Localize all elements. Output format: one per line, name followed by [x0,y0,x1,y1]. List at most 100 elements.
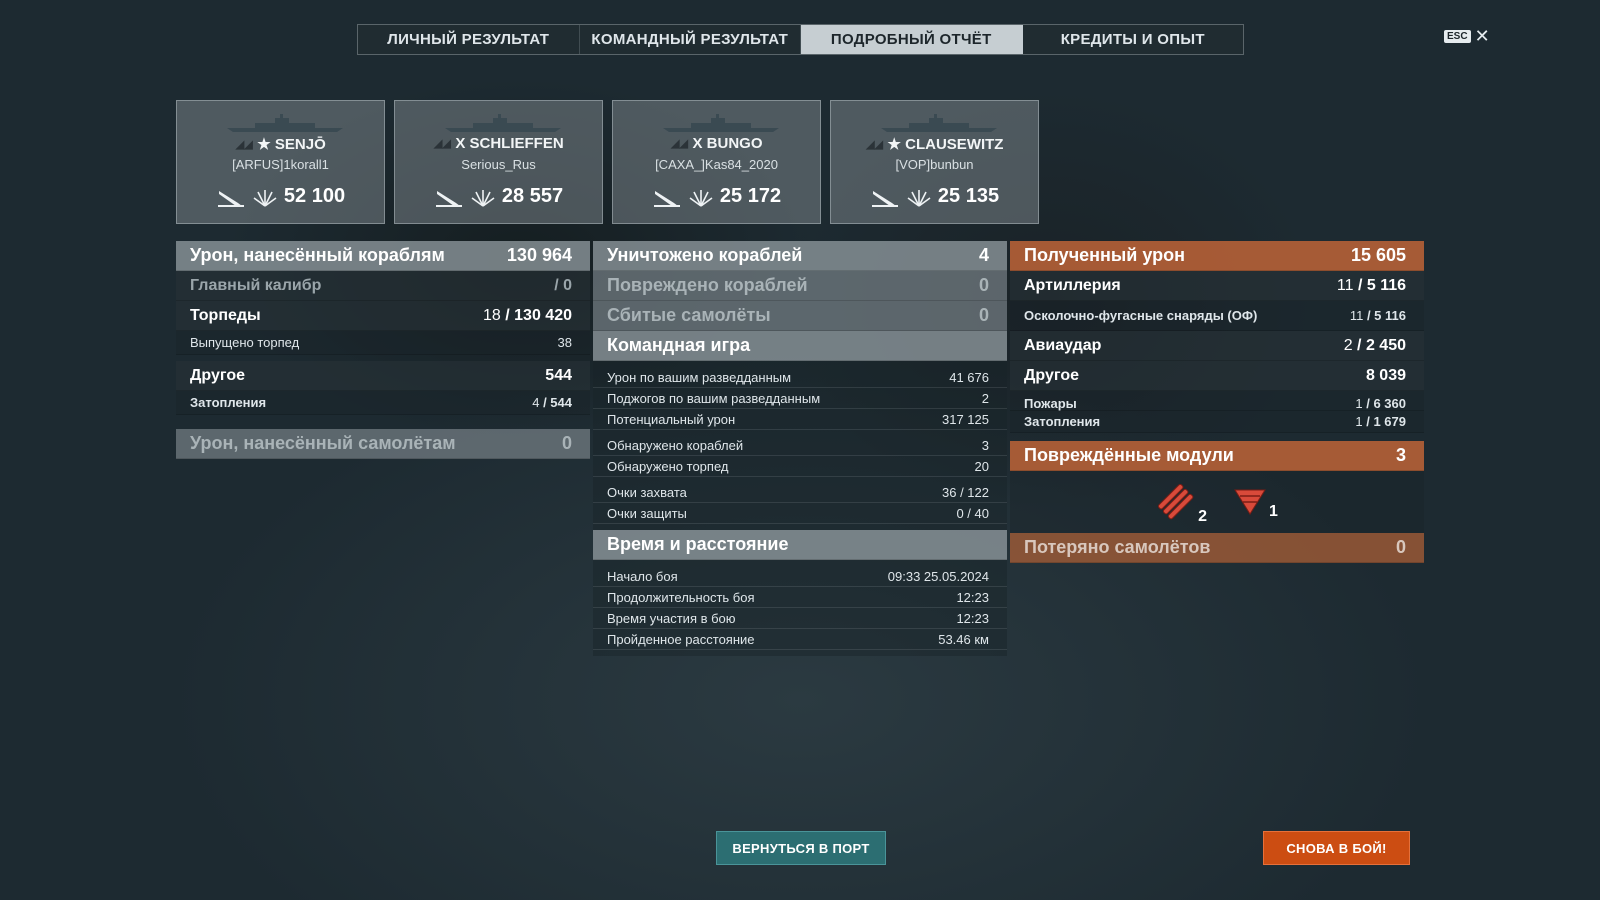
artillery-row: Артиллерия 11 / 5 116 [1010,271,1424,301]
player-name: [VOP]bunbun [895,157,974,172]
ship-class-icon: ◢◢ [433,138,451,150]
torpedoes-row: Торпеды 18 / 130 420 [176,301,590,331]
stat-value: 09:33 25.05.2024 [887,568,989,584]
stat-label: Обнаружено кораблей [607,437,744,453]
stat-row: Обнаружено торпед 20 [593,456,1007,477]
damage-planes-row: Урон, нанесённый самолётам 0 [176,429,590,459]
damage-burst-icon [253,189,277,207]
he-shells-row: Осколочно-фугасные снаряды (ОФ) 11 / 5 1… [1010,301,1424,331]
player-name: [ARFUS]1korall1 [232,157,329,172]
other-damage-row: Другое 544 [176,361,590,391]
ship-class-icon: ◢◢ [866,139,883,151]
stat-row: Время участия в бою 12:23 [593,608,1007,629]
combat-stats-panel: Уничтожено кораблей 4 Повреждено корабле… [593,241,1007,656]
ship-damage-value: 25 135 [937,185,1000,207]
module-steering-gear: 1 [1233,487,1278,520]
stat-value: 53.46 км [938,631,989,647]
ship-class-icon: ◢◢ [235,139,253,151]
other-received-row: Другое 8 039 [1010,361,1424,391]
torpedo-tubes-icon [1158,483,1194,520]
torpedo-damage-icon [653,190,680,207]
planes-lost-row: Потеряно самолётов 0 [1010,533,1424,563]
stat-value: 12:23 [956,610,989,626]
ships-damaged-row: Повреждено кораблей 0 [593,271,1007,301]
top-ship-card[interactable]: ◢◢ X SCHLIEFFEN Serious_Rus 28 557 [394,100,603,224]
stat-label: Пройденное расстояние [607,631,755,647]
stat-label: Урон по вашим разведданным [607,369,792,385]
tab-personal-result[interactable]: ЛИЧНЫЙ РЕЗУЛЬТАТ [358,25,580,54]
ship-name: X SCHLIEFFEN [455,135,564,152]
stat-value: 0 / 40 [956,505,989,521]
fires-row: Пожары 1 / 6 360 [1010,391,1424,411]
stat-label: Начало боя [607,568,678,584]
stat-row: Обнаружено кораблей 3 [593,435,1007,456]
stat-value: 2 [981,390,989,406]
main-battery-row: Главный калибр / 0 [176,271,590,301]
ship-silhouette-icon [227,114,343,132]
stat-row: Поджогов по вашим разведданным 2 [593,388,1007,409]
damage-received-panel: Полученный урон 15 605 Артиллерия 11 / 5… [1010,241,1424,563]
steering-gear-icon [1234,489,1266,515]
top-ship-card[interactable]: ◢◢ X BUNGO [CAXA_]Kas84_2020 25 172 [612,100,821,224]
stat-row: Потенциальный урон 317 125 [593,409,1007,430]
stat-label: Продолжительность боя [607,589,755,605]
damage-dealt-panel: Урон, нанесённый кораблям 130 964 Главны… [176,241,590,459]
torpedo-damage-icon [217,190,244,207]
stat-label: Обнаружено торпед [607,458,729,474]
time-distance-list: Начало боя 09:33 25.05.2024 Продолжительно… [593,560,1007,656]
damage-received-row: Полученный урон 15 605 [1010,241,1424,271]
stat-row: Пройденное расстояние 53.46 км [593,629,1007,650]
stat-row: Начало боя 09:33 25.05.2024 [593,566,1007,587]
flooding-received-row: Затопления 1 / 1 679 [1010,411,1424,433]
stat-value: 3 [981,437,989,453]
return-to-port-button[interactable]: ВЕРНУТЬСЯ В ПОРТ [716,831,886,865]
ship-name: X BUNGO [692,135,763,152]
stat-label: Время участия в бою [607,610,736,626]
top-ship-card[interactable]: ◢◢ ★ CLAUSEWITZ [VOP]bunbun 25 135 [830,100,1039,224]
tab-team-result[interactable]: КОМАНДНЫЙ РЕЗУЛЬТАТ [580,25,801,54]
stat-label: Поджогов по вашим разведданным [607,390,821,406]
torpedoes-fired-row: Выпущено торпед 38 [176,331,590,355]
ship-silhouette-icon [881,114,997,132]
player-name: [CAXA_]Kas84_2020 [655,157,778,172]
close-icon: ✕ [1474,26,1490,46]
stat-row: Продолжительность боя 12:23 [593,587,1007,608]
stat-row: Урон по вашим разведданным 41 676 [593,367,1007,388]
stat-value: 317 125 [942,411,989,427]
ship-silhouette-icon [663,114,779,132]
close-button[interactable]: ESC ✕ [1444,27,1490,45]
damage-ships-row: Урон, нанесённый кораблям 130 964 [176,241,590,271]
damaged-modules-icons: 2 1 [1010,471,1424,533]
stat-row: Очки защиты 0 / 40 [593,503,1007,524]
ship-class-icon: ◢◢ [671,138,688,150]
airstrike-row: Авиаудар 2 / 2 450 [1010,331,1424,361]
stat-value: 12:23 [956,589,989,605]
teamplay-header: Командная игра [593,331,1007,361]
ship-damage-value: 25 172 [719,185,782,207]
top-ship-card[interactable]: ◢◢ ★ SENJŌ [ARFUS]1korall1 52 100 [176,100,385,224]
torpedo-damage-icon [871,190,898,207]
tab-credits-xp[interactable]: КРЕДИТЫ И ОПЫТ [1023,25,1244,54]
damaged-modules-row: Повреждённые модули 3 [1010,441,1424,471]
stat-label: Очки защиты [607,505,687,521]
torpedo-damage-icon [435,190,462,207]
ship-name: ★ SENJŌ [257,136,326,153]
damage-burst-icon [471,189,495,207]
stat-row: Очки захвата 36 / 122 [593,482,1007,503]
damage-burst-icon [907,189,931,207]
tab-detailed-report[interactable]: ПОДРОБНЫЙ ОТЧЁТ [801,25,1023,54]
ships-destroyed-row: Уничтожено кораблей 4 [593,241,1007,271]
stat-label: Очки захвата [607,484,687,500]
teamplay-list: Урон по вашим разведданным 41 676 Поджогов… [593,361,1007,530]
stat-value: 41 676 [949,369,989,385]
damage-burst-icon [689,189,713,207]
stat-value: 36 / 122 [942,484,989,500]
esc-key-label: ESC [1444,29,1471,43]
ship-silhouette-icon [445,114,561,132]
flooding-row: Затопления 4 / 544 [176,391,590,415]
battle-again-button[interactable]: СНОВА В БОЙ! [1263,831,1410,865]
stat-value: 20 [974,458,989,474]
result-tabs: ЛИЧНЫЙ РЕЗУЛЬТАТ КОМАНДНЫЙ РЕЗУЛЬТАТ ПОД… [357,24,1244,55]
planes-shot-row: Сбитые самолёты 0 [593,301,1007,331]
ship-damage-value: 28 557 [501,185,564,207]
